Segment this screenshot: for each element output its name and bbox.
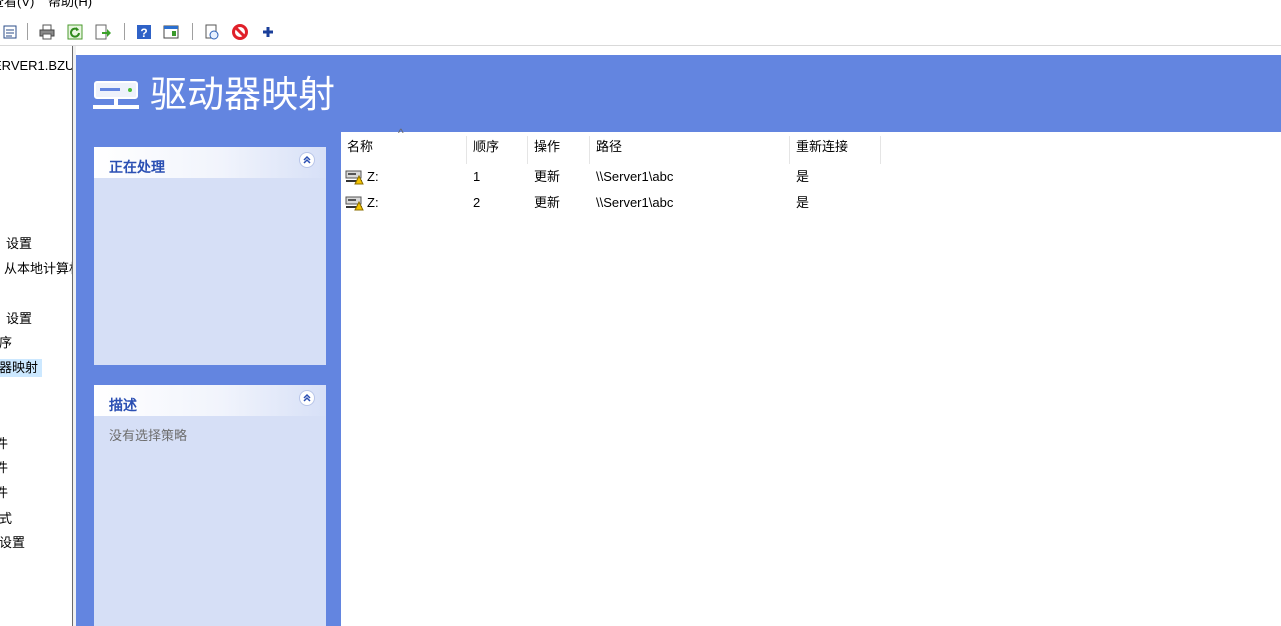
svg-text:?: ? [140,26,147,40]
task-sidebar: 正在处理 描述 没有选择策略 [76,132,341,626]
toolbar-separator [192,23,193,40]
header-banner: 驱动器映射 [76,55,1281,132]
description-panel: 描述 没有选择策略 [94,385,326,626]
toolbar-separator [27,23,28,40]
tree-item-server[interactable]: ERVER1.BZU.COM [0,57,72,75]
toolbar: ? [0,18,1281,46]
toolbar-separator [124,23,125,40]
tree-item-mode[interactable]: 式 [0,510,12,528]
print-icon[interactable] [39,24,55,40]
add-icon[interactable] [260,24,276,40]
menu-bar: 查看(V) 帮助(H) [0,0,1281,18]
navigation-tree: ERVER1.BZU.COM 设置 从本地计算机 设置 序 器映射 件 件 件 … [0,46,72,626]
tree-item-files-2[interactable]: 件 [0,459,8,477]
tree-item-files[interactable]: 件 [0,435,8,453]
processing-panel-header: 正在处理 [94,147,326,178]
column-header-reconnect[interactable]: 重新连接 [790,136,881,164]
cell-action: 更新 [534,195,561,210]
table-row[interactable]: Z: 2 更新 \\Server1\abc 是 [341,191,1281,215]
drive-icon [345,169,365,188]
drive-map-list: ^ 名称 顺序 操作 路径 重新连接 Z: 1 更新 \\Server1\abc… [341,126,1281,626]
drive-icon [345,195,365,214]
processing-panel: 正在处理 [94,147,326,365]
cell-reconnect: 是 [796,169,810,184]
export-icon[interactable] [95,24,111,40]
properties-icon[interactable] [2,24,18,40]
column-header-order[interactable]: 顺序 [467,136,528,164]
table-row[interactable]: Z: 1 更新 \\Server1\abc 是 [341,165,1281,189]
cell-name: Z: [367,195,379,210]
tree-item-order[interactable]: 序 [0,334,12,352]
column-header-path[interactable]: 路径 [590,136,790,164]
cell-name: Z: [367,169,379,184]
cell-path: \\Server1\abc [596,195,674,210]
tree-item-settings[interactable]: 设置 [6,235,32,253]
view-icon[interactable] [163,24,179,40]
cell-order: 2 [473,195,481,210]
column-header-action[interactable]: 操作 [528,136,590,164]
tree-item-from-local[interactable]: 从本地计算机 [4,260,72,278]
collapse-icon[interactable] [299,390,315,406]
refresh-icon[interactable] [67,24,83,40]
cell-action: 更新 [534,169,561,184]
tree-item-settings-3[interactable]: 设置 [0,534,25,552]
description-panel-header: 描述 [94,385,326,416]
stop-icon[interactable] [232,24,248,40]
cell-order: 1 [473,169,481,184]
column-header-name[interactable]: 名称 [341,136,467,164]
new-item-icon[interactable] [204,24,220,40]
network-drive-icon [91,79,141,116]
cell-reconnect: 是 [796,195,810,210]
collapse-icon[interactable] [299,152,315,168]
tree-item-settings-2[interactable]: 设置 [6,310,32,328]
description-panel-title: 描述 [109,397,137,413]
help-icon[interactable]: ? [136,24,152,40]
processing-panel-title: 正在处理 [109,159,165,175]
description-text: 没有选择策略 [109,428,188,443]
page-title: 驱动器映射 [150,74,335,115]
tree-item-drive-maps[interactable]: 器映射 [0,359,43,377]
menu-help[interactable]: 帮助(H) [48,0,92,10]
menu-view[interactable]: 查看(V) [0,0,34,10]
cell-path: \\Server1\abc [596,169,674,184]
main-pane: 驱动器映射 正在处理 描述 没有选择策略 ^ 名称 顺序 操作 路径 重新连接 … [76,55,1281,626]
tree-item-files-3[interactable]: 件 [0,484,8,502]
